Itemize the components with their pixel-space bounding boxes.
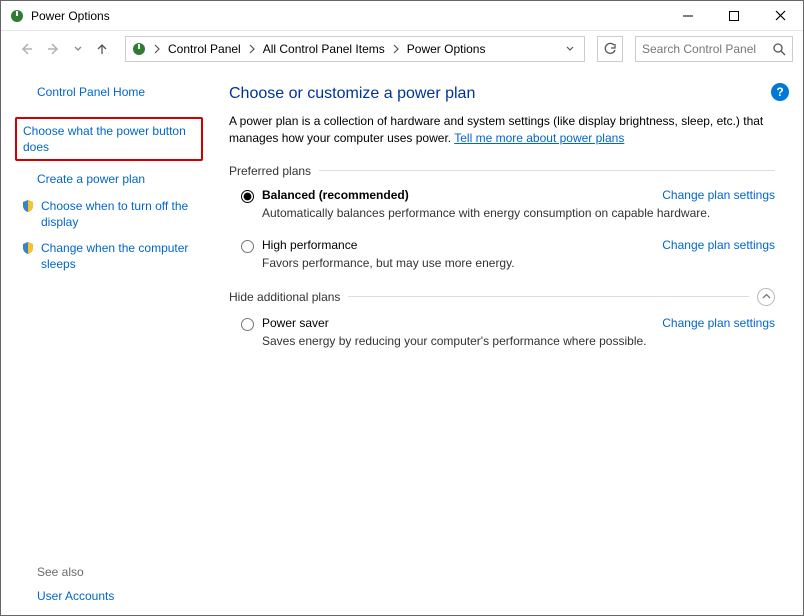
shield-icon [21,199,35,213]
collapse-button[interactable] [757,288,775,306]
up-button[interactable] [91,38,113,60]
plan-name: Power saver [262,316,329,330]
sidebar: Control Panel Home Choose what the power… [1,67,211,615]
breadcrumb-item[interactable]: All Control Panel Items [259,37,389,61]
page-description: A power plan is a collection of hardware… [229,113,769,148]
plan-power-saver: Power saver Change plan settings Saves e… [229,316,775,348]
section-label: Preferred plans [229,164,311,178]
sidebar-item-power-button[interactable]: Choose what the power button does [15,117,203,161]
section-label: Hide additional plans [229,290,340,304]
change-plan-settings-link[interactable]: Change plan settings [662,188,775,202]
plan-name: Balanced (recommended) [262,188,409,202]
plan-radio-power-saver[interactable] [241,318,254,331]
plan-radio-balanced[interactable] [241,190,254,203]
plan-radio-high-performance[interactable] [241,240,254,253]
window-title: Power Options [31,9,665,23]
sidebar-item-label: Choose when to turn off the display [41,198,201,230]
close-button[interactable] [757,1,803,31]
back-button[interactable] [15,38,37,60]
plan-name: High performance [262,238,357,252]
chevron-right-icon[interactable] [389,37,403,61]
power-options-icon [130,40,148,58]
breadcrumb-item[interactable]: Control Panel [164,37,245,61]
toolbar: Control Panel All Control Panel Items Po… [1,31,803,67]
sidebar-item-label: Create a power plan [37,171,145,187]
chevron-right-icon[interactable] [245,37,259,61]
tell-me-more-link[interactable]: Tell me more about power plans [454,131,624,145]
recent-dropdown[interactable] [71,38,85,60]
breadcrumb-dropdown[interactable] [560,37,580,61]
minimize-button[interactable] [665,1,711,31]
sidebar-item-create-plan[interactable]: Create a power plan [21,171,201,187]
search-icon [773,43,786,56]
related-link-user-accounts[interactable]: User Accounts [21,589,201,603]
refresh-button[interactable] [597,36,623,62]
change-plan-settings-link[interactable]: Change plan settings [662,238,775,252]
breadcrumb-item[interactable]: Power Options [403,37,490,61]
breadcrumb[interactable]: Control Panel All Control Panel Items Po… [125,36,585,62]
shield-icon [21,241,35,255]
additional-plans-section: Hide additional plans Power saver Change… [229,288,775,348]
search-placeholder: Search Control Panel [642,42,773,56]
forward-button[interactable] [43,38,65,60]
sidebar-item-label: Change when the computer sleeps [41,240,201,272]
help-button[interactable]: ? [771,83,789,101]
see-also-label: See also [21,565,201,579]
plan-balanced: Balanced (recommended) Change plan setti… [229,188,775,220]
page-title: Choose or customize a power plan [229,85,775,103]
change-plan-settings-link[interactable]: Change plan settings [662,316,775,330]
chevron-right-icon[interactable] [150,37,164,61]
window-controls [665,1,803,31]
power-options-icon [9,8,25,24]
sidebar-item-label: Choose what the power button does [23,123,195,155]
control-panel-home-link[interactable]: Control Panel Home [21,85,201,99]
sidebar-item-display-off[interactable]: Choose when to turn off the display [21,198,201,230]
titlebar: Power Options [1,1,803,31]
plan-high-performance: High performance Change plan settings Fa… [229,238,775,270]
plan-description: Automatically balances performance with … [262,206,775,220]
main-content: ? Choose or customize a power plan A pow… [211,67,803,615]
plan-description: Favors performance, but may use more ene… [262,256,775,270]
preferred-plans-section: Preferred plans Balanced (recommended) C… [229,164,775,270]
search-input[interactable]: Search Control Panel [635,36,793,62]
plan-description: Saves energy by reducing your computer's… [262,334,775,348]
sidebar-item-sleep[interactable]: Change when the computer sleeps [21,240,201,272]
maximize-button[interactable] [711,1,757,31]
